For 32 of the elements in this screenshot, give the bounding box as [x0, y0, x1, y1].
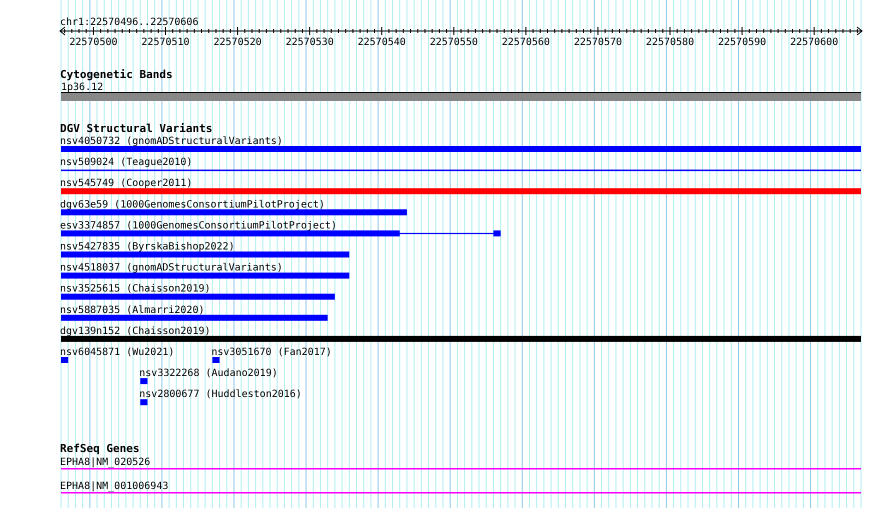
variant-label: nsv5887035 (Almarri2020) [60, 304, 204, 316]
variant-label: nsv3051670 (Fan2017) [211, 347, 332, 358]
variant-label: nsv5427835 (ByrskaBishop2022) [60, 242, 235, 252]
tick-label: 22570580 [646, 37, 694, 48]
variant-label: nsv3525615 (Chaisson2019) [60, 284, 211, 295]
tick-label: 22570560 [502, 37, 550, 48]
band-label: 1p36.12 [61, 82, 104, 93]
track-title: DGV Structural Variants [60, 122, 212, 135]
variant-label: nsv6045871 (Wu2021) [60, 347, 174, 358]
variant-label: dgv139n152 (Chaisson2019) [60, 326, 211, 337]
variant-label: esv3374857 (1000GenomesConsortiumPilotProject) [60, 220, 337, 232]
tick-label: 22570530 [286, 37, 334, 48]
variant-label: nsv509024 (Teague2010) [60, 157, 192, 168]
tick-label: 22570550 [430, 37, 478, 48]
tick-label: 22570510 [141, 37, 190, 48]
tick-label: 22570520 [214, 37, 262, 48]
variant-label: nsv4050732 (gnomADStructuralVariants) [60, 136, 283, 147]
track-title: RefSeq Genes [60, 442, 140, 455]
variant-label: nsv3322268 (Audano2019) [139, 368, 278, 380]
gene-label: EPHA8|NM_020526 [60, 457, 150, 468]
gene-label: EPHA8|NM_001006943 [60, 481, 168, 492]
variant-label: dgv63e59 (1000GenomesConsortiumPilotProject) [60, 199, 325, 210]
track-title: Cytogenetic Bands [60, 68, 173, 81]
variant-label: nsv4518037 (gnomADStructuralVariants) [60, 262, 283, 274]
variant-label: nsv2800677 (Huddleston2016) [139, 389, 302, 400]
variant-label: nsv545749 (Cooper2011) [60, 178, 192, 190]
position-label: chr1:22570496..22570606 [60, 17, 198, 28]
tick-label: 22570540 [358, 37, 406, 48]
tick-label: 22570600 [790, 37, 838, 48]
tick-label: 22570500 [69, 37, 118, 48]
tick-label: 22570570 [574, 37, 622, 48]
tick-label: 22570590 [718, 37, 766, 48]
